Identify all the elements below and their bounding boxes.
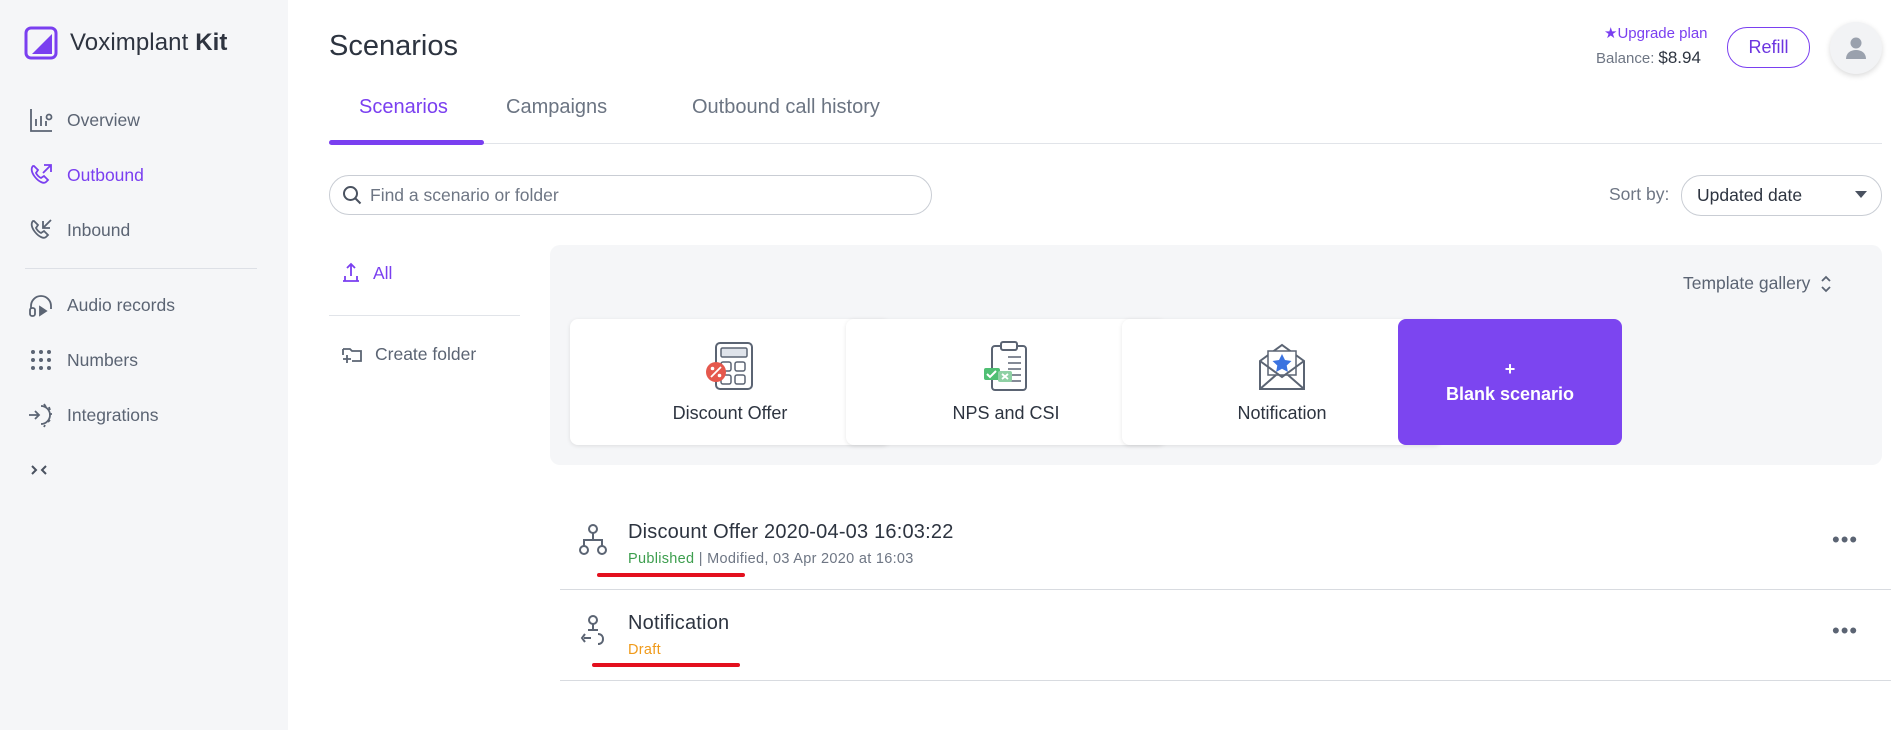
red-underline-annotation xyxy=(592,663,740,667)
logo-icon xyxy=(24,26,58,60)
upgrade-plan-link[interactable]: ★Upgrade plan xyxy=(1604,24,1708,42)
page-title: Scenarios xyxy=(329,30,458,62)
folder-all-label: All xyxy=(373,262,393,283)
envelope-star-icon xyxy=(1259,343,1305,390)
search-icon xyxy=(343,186,362,205)
scenario-title: Notification xyxy=(628,612,730,634)
chevron-down-icon xyxy=(1855,191,1867,198)
sidebar-item-label: Numbers xyxy=(67,349,138,370)
sidebar-item-label: Integrations xyxy=(67,404,159,425)
more-options-button[interactable]: ••• xyxy=(1832,529,1858,551)
more-options-button[interactable]: ••• xyxy=(1832,620,1858,642)
folder-all[interactable]: All xyxy=(341,262,392,284)
template-gallery-label: Template gallery xyxy=(1683,273,1811,293)
sort-select[interactable]: Updated date xyxy=(1681,175,1882,216)
scenario-title: Discount Offer 2020-04-03 16:03:22 xyxy=(628,521,954,543)
sort-selected-value: Updated date xyxy=(1697,185,1803,205)
sidebar-item-label: Inbound xyxy=(67,219,131,240)
avatar[interactable] xyxy=(1830,22,1882,74)
template-card-label: NPS and CSI xyxy=(952,403,1060,423)
scenario-flow-icon xyxy=(579,524,607,555)
refill-button[interactable]: Refill xyxy=(1727,27,1810,68)
scenario-row[interactable]: Discount Offer 2020-04-03 16:03:22 Publi… xyxy=(560,499,1891,590)
dialpad-icon xyxy=(31,350,51,370)
template-card-notification[interactable]: Notification xyxy=(1122,319,1442,445)
sidebar-item-overview[interactable]: Overview xyxy=(27,106,140,134)
create-folder-button[interactable]: Create folder xyxy=(341,344,476,365)
balance-label: Balance: xyxy=(1596,50,1655,67)
search-input[interactable] xyxy=(370,184,910,206)
sidebar-item-outbound[interactable]: Outbound xyxy=(27,161,144,189)
status-badge: Draft xyxy=(628,642,661,658)
sidebar: Voximplant Kit Overview Outbound Inbound… xyxy=(0,0,288,730)
tab-bar: Scenarios Campaigns Outbound call histor… xyxy=(329,88,1882,145)
user-icon xyxy=(1846,37,1866,59)
status-badge: Published xyxy=(628,551,695,567)
sidebar-item-inbound[interactable]: Inbound xyxy=(27,216,130,244)
red-underline-annotation xyxy=(597,573,745,577)
discount-calculator-icon xyxy=(706,342,753,390)
brand-name: Voximplant Kit xyxy=(70,29,228,56)
inbound-call-icon xyxy=(30,219,52,239)
balance: Balance: $8.94 xyxy=(1596,48,1701,68)
create-folder-label: Create folder xyxy=(375,344,477,364)
scenario-meta: Published | Modified, 03 Apr 2020 at 16:… xyxy=(628,551,914,567)
template-card-nps-and-csi[interactable]: NPS and CSI xyxy=(846,319,1166,445)
app-logo[interactable]: Voximplant Kit xyxy=(24,26,227,60)
sidebar-item-numbers[interactable]: Numbers xyxy=(27,346,138,374)
blank-scenario-label: Blank scenario xyxy=(1445,384,1575,404)
active-tab-indicator xyxy=(329,140,484,145)
outbound-call-icon xyxy=(30,164,52,184)
sort-label: Sort by: xyxy=(1609,184,1670,204)
tab-campaigns[interactable]: Campaigns xyxy=(506,96,607,119)
meta-separator: | xyxy=(694,551,708,567)
collapse-icon xyxy=(31,465,47,475)
sidebar-item-label: Audio records xyxy=(67,294,175,315)
scenario-row[interactable]: Notification Draft ••• xyxy=(560,590,1891,681)
sidebar-item-label: Overview xyxy=(67,109,140,130)
blank-scenario-button[interactable]: + Blank scenario xyxy=(1398,319,1622,445)
plus-icon: + xyxy=(1504,359,1516,379)
headphones-icon xyxy=(29,295,52,317)
add-folder-icon xyxy=(342,347,362,363)
expand-collapse-icon xyxy=(1821,275,1832,292)
scenario-meta: Draft xyxy=(628,642,661,658)
survey-clipboard-icon xyxy=(984,341,1027,391)
sidebar-item-label: Outbound xyxy=(67,164,144,185)
modified-date: Modified, 03 Apr 2020 at 16:03 xyxy=(707,551,914,567)
tab-outbound-call-history[interactable]: Outbound call history xyxy=(692,96,880,119)
sidebar-item-audio-records[interactable]: Audio records xyxy=(27,291,175,319)
template-card-discount-offer[interactable]: Discount Offer xyxy=(570,319,890,445)
scenario-flow-draft-icon xyxy=(580,615,605,645)
template-gallery-toggle[interactable]: Template gallery xyxy=(1683,273,1832,294)
sidebar-item-integrations[interactable]: Integrations xyxy=(27,401,158,429)
template-card-label: Notification xyxy=(1237,403,1327,423)
tab-scenarios[interactable]: Scenarios xyxy=(359,96,448,119)
sidebar-collapse-button[interactable] xyxy=(27,456,55,484)
search-box xyxy=(329,175,932,215)
folder-divider xyxy=(329,315,520,316)
chart-icon xyxy=(30,109,53,132)
balance-value: $8.94 xyxy=(1658,48,1701,67)
folder-tree-icon xyxy=(343,262,359,282)
integrations-icon xyxy=(29,403,52,428)
sidebar-divider xyxy=(25,268,257,269)
template-card-label: Discount Offer xyxy=(672,403,788,423)
template-gallery: Template gallery Discount Offer NPS and … xyxy=(550,245,1882,465)
